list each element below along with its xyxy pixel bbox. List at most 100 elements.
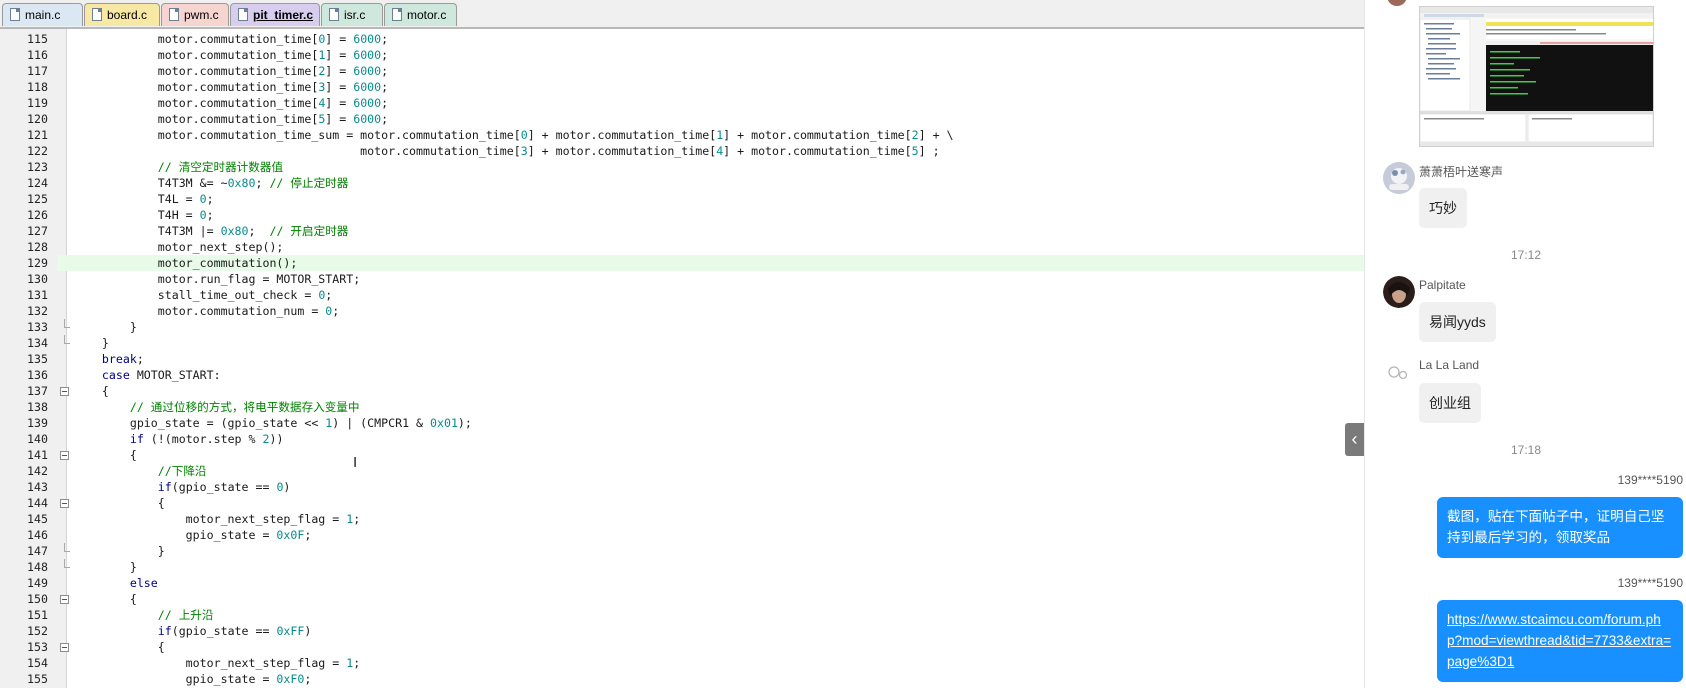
code-line[interactable]: 142 //下降沿: [0, 463, 1364, 479]
avatar[interactable]: [1383, 276, 1415, 308]
line-number: 152: [27, 624, 48, 638]
code-line[interactable]: 125 T4L = 0;: [0, 191, 1364, 207]
code-line[interactable]: 124 T4T3M &= ~0x80; // 停止定时器: [0, 175, 1364, 191]
message-bubble[interactable]: 易闻yyds: [1419, 302, 1496, 342]
code-line[interactable]: 119 motor.commutation_time[4] = 6000;: [0, 95, 1364, 111]
code-text: gpio_state = 0x0F;: [74, 528, 312, 542]
code-line[interactable]: 117 motor.commutation_time[2] = 6000;: [0, 63, 1364, 79]
code-line[interactable]: 123 // 清空定时器计数器值: [0, 159, 1364, 175]
code-line[interactable]: 151 // 上升沿: [0, 607, 1364, 623]
fold-toggle-icon[interactable]: [60, 387, 69, 396]
collapse-chat-button[interactable]: ‹: [1345, 423, 1364, 456]
code-text: //下降沿: [157, 464, 207, 478]
code-text: else: [129, 576, 158, 590]
line-number: 124: [27, 176, 48, 190]
code-line[interactable]: 148 }: [0, 559, 1364, 575]
code-text: if(gpio_state == 0): [157, 480, 291, 494]
code-text: motor_next_step_flag = 1;: [74, 512, 361, 526]
message-bubble[interactable]: 巧妙: [1419, 188, 1467, 228]
avatar-image: [1383, 276, 1415, 308]
forum-link[interactable]: https://www.stcaimcu.com/forum.php?mod=v…: [1447, 612, 1671, 669]
tab-isr-c[interactable]: isr.c: [321, 3, 383, 26]
code-line[interactable]: 155 gpio_state = 0xF0;: [0, 671, 1364, 687]
code-text: if (!(motor.step % 2)): [129, 432, 284, 446]
code-area[interactable]: 115 motor.commutation_time[0] = 6000; 116…: [0, 29, 1364, 688]
fold-end-marker: [64, 319, 70, 328]
code-text: }: [74, 336, 109, 350]
code-line[interactable]: 153 {: [0, 639, 1364, 655]
code-line[interactable]: 135 break;: [0, 351, 1364, 367]
code-text: gpio_state = 0xF0;: [74, 672, 312, 686]
file-icon: [238, 8, 248, 21]
code-line[interactable]: 116 motor.commutation_time[1] = 6000;: [0, 47, 1364, 63]
line-number: 150: [27, 592, 48, 606]
code-text: motor.commutation_time[2] = 6000;: [74, 64, 389, 78]
tab-pwm-c[interactable]: pwm.c: [161, 3, 229, 26]
code-line[interactable]: 120 motor.commutation_time[5] = 6000;: [0, 111, 1364, 127]
tab-pit-timer-c[interactable]: pit_timer.c: [230, 3, 320, 26]
sender-name: La La Land: [1419, 358, 1480, 372]
code-line[interactable]: 144 {: [0, 495, 1364, 511]
code-line[interactable]: 131 stall_time_out_check = 0;: [0, 287, 1364, 303]
code-editor[interactable]: main.c board.c pwm.c pit_timer.c isr.c m…: [0, 0, 1364, 688]
code-text: break;: [101, 352, 144, 366]
code-line[interactable]: 137 {: [0, 383, 1364, 399]
code-line[interactable]: 136 case MOTOR_START:: [0, 367, 1364, 383]
line-number: 136: [27, 368, 48, 382]
code-line[interactable]: 150 {: [0, 591, 1364, 607]
avatar[interactable]: [1383, 162, 1415, 194]
code-text: motor_commutation();: [74, 256, 298, 270]
screenshot-thumbnail[interactable]: [1419, 6, 1654, 147]
code-line[interactable]: 138 // 通过位移的方式，将电平数据存入变量中: [0, 399, 1364, 415]
code-line[interactable]: 146 gpio_state = 0x0F;: [0, 527, 1364, 543]
code-text: case MOTOR_START:: [101, 368, 221, 382]
line-number: 154: [27, 656, 48, 670]
code-text: }: [74, 320, 137, 334]
outgoing-message-bubble[interactable]: 截图，贴在下面帖子中，证明自己坚持到最后学习的，领取奖品: [1437, 497, 1683, 558]
code-line[interactable]: 141 {: [0, 447, 1364, 463]
code-line[interactable]: 127 T4T3M |= 0x80; // 开启定时器: [0, 223, 1364, 239]
fold-toggle-icon[interactable]: [60, 451, 69, 460]
code-line[interactable]: 130 motor.run_flag = MOTOR_START;: [0, 271, 1364, 287]
tab-board-c[interactable]: board.c: [84, 3, 160, 26]
file-icon: [329, 8, 339, 21]
code-line[interactable]: 133 }: [0, 319, 1364, 335]
code-line[interactable]: 132 motor.commutation_num = 0;: [0, 303, 1364, 319]
code-line[interactable]: 149 else: [0, 575, 1364, 591]
code-line[interactable]: 134 }: [0, 335, 1364, 351]
fold-toggle-icon[interactable]: [60, 595, 69, 604]
code-line[interactable]: 128 motor_next_step();: [0, 239, 1364, 255]
code-line[interactable]: 129 motor_commutation();: [0, 255, 1364, 271]
outgoing-link-bubble[interactable]: https://www.stcaimcu.com/forum.php?mod=v…: [1437, 600, 1683, 682]
code-line[interactable]: 145 motor_next_step_flag = 1;: [0, 511, 1364, 527]
code-line[interactable]: 122 motor.commutation_time[3] + motor.co…: [0, 143, 1364, 159]
timestamp: 17:18: [1510, 443, 1542, 457]
code-line[interactable]: 143 if(gpio_state == 0): [0, 479, 1364, 495]
avatar: [1387, 0, 1407, 6]
line-number: 132: [27, 304, 48, 318]
code-line[interactable]: 126 T4H = 0;: [0, 207, 1364, 223]
fold-toggle-icon[interactable]: [60, 643, 69, 652]
code-line[interactable]: 139 gpio_state = (gpio_state << 1) | (CM…: [0, 415, 1364, 431]
line-number: 141: [27, 448, 48, 462]
code-line[interactable]: 140 if (!(motor.step % 2)): [0, 431, 1364, 447]
code-line[interactable]: 121 motor.commutation_time_sum = motor.c…: [0, 127, 1364, 143]
code-text: motor.commutation_num = 0;: [74, 304, 340, 318]
tab-main-c[interactable]: main.c: [2, 3, 83, 26]
line-number: 143: [27, 480, 48, 494]
code-text: motor.commutation_time[4] = 6000;: [74, 96, 389, 110]
avatar[interactable]: [1383, 360, 1415, 392]
code-line[interactable]: 115 motor.commutation_time[0] = 6000;: [0, 31, 1364, 47]
tab-motor-c[interactable]: motor.c: [384, 3, 457, 26]
sender-phone: 139****5190: [1617, 576, 1683, 590]
code-text: {: [74, 384, 109, 398]
fold-toggle-icon[interactable]: [60, 499, 69, 508]
code-line[interactable]: 118 motor.commutation_time[3] = 6000;: [0, 79, 1364, 95]
code-line[interactable]: 152 if(gpio_state == 0xFF): [0, 623, 1364, 639]
message-bubble[interactable]: 创业组: [1419, 383, 1481, 423]
code-line[interactable]: 154 motor_next_step_flag = 1;: [0, 655, 1364, 671]
code-line[interactable]: 147 }: [0, 543, 1364, 559]
line-number: 116: [27, 48, 48, 62]
line-number: 147: [27, 544, 48, 558]
line-number: 130: [27, 272, 48, 286]
